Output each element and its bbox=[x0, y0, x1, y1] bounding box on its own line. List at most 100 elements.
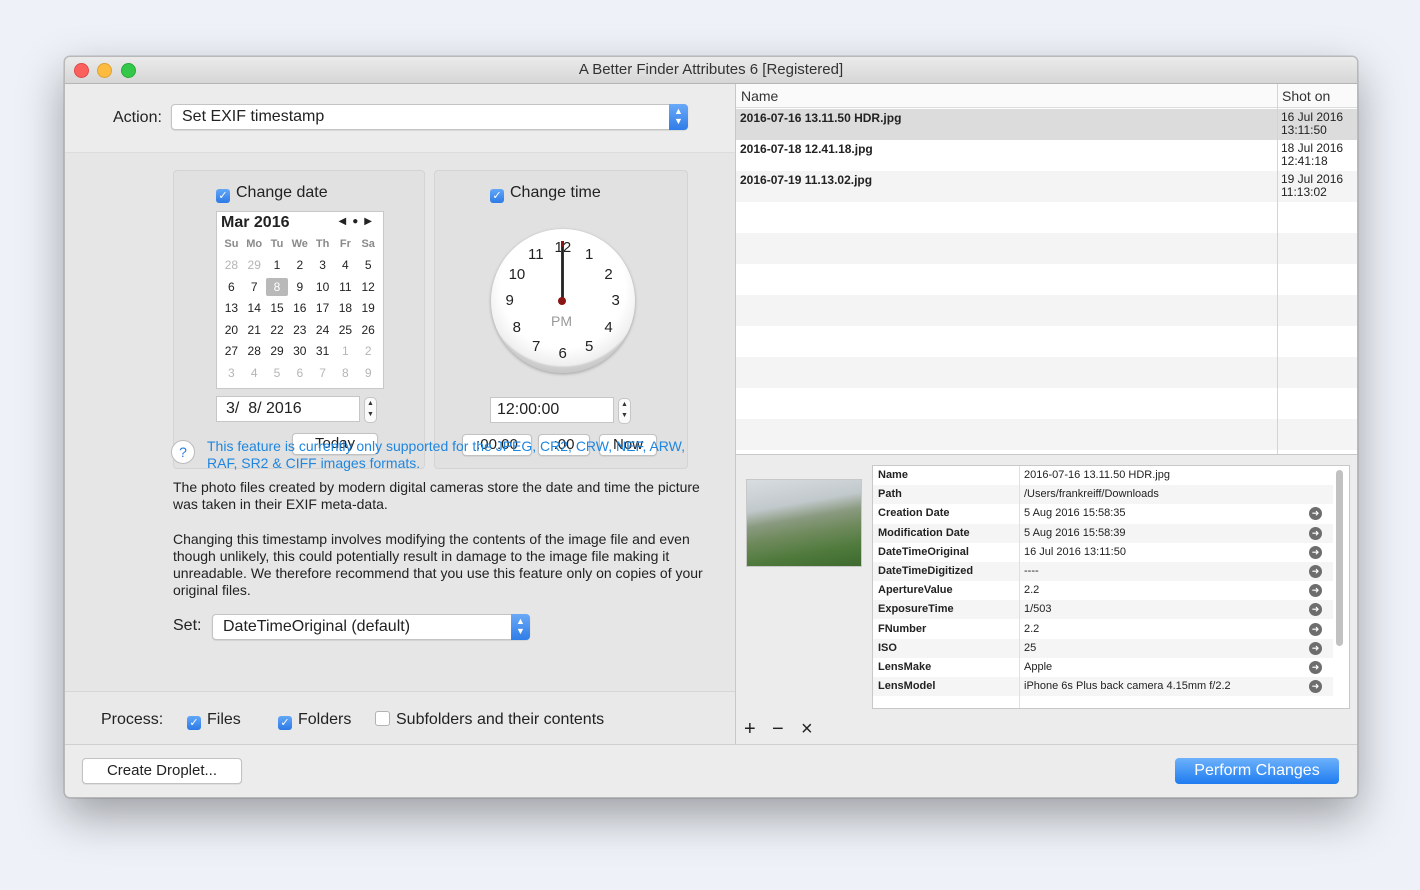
metadata-row[interactable]: LensModel iPhone 6s Plus back camera 4.15… bbox=[873, 677, 1333, 697]
metadata-row[interactable]: Path/Users/frankreiff/Downloads bbox=[873, 485, 1333, 505]
current-month-icon[interactable]: ● bbox=[352, 216, 364, 227]
time-stepper[interactable]: ▲ ▼ bbox=[618, 398, 631, 424]
calendar-day[interactable]: 25 bbox=[334, 321, 357, 340]
calendar-day[interactable]: 12 bbox=[357, 278, 380, 297]
change-time-checkbox[interactable]: ✓ Change time bbox=[490, 184, 601, 203]
perform-changes-button[interactable]: Perform Changes bbox=[1175, 758, 1339, 784]
arrow-right-icon[interactable]: ➜ bbox=[1309, 603, 1322, 617]
date-field[interactable]: 3/ 8/ 2016 bbox=[216, 396, 360, 422]
arrow-right-icon[interactable]: ➜ bbox=[1309, 661, 1322, 674]
calendar-day[interactable]: 2 bbox=[288, 256, 311, 275]
calendar-day[interactable]: 2 bbox=[357, 342, 380, 361]
remove-file-button[interactable]: − bbox=[772, 718, 784, 741]
table-row[interactable]: 2016-07-16 13.11.50 HDR.jpg 16 Jul 2016 13… bbox=[736, 109, 1357, 140]
time-field[interactable]: 12:00:00 bbox=[490, 397, 614, 423]
calendar-day[interactable]: 3 bbox=[220, 364, 243, 383]
help-button[interactable]: ? bbox=[171, 440, 195, 464]
arrow-right-icon[interactable]: ➜ bbox=[1309, 507, 1322, 521]
metadata-row[interactable]: ApertureValue 2.2 ➜ bbox=[873, 581, 1333, 600]
calendar-day[interactable]: 6 bbox=[288, 364, 311, 383]
calendar-day[interactable]: 10 bbox=[311, 278, 334, 297]
clock-number: 11 bbox=[528, 246, 544, 264]
action-popup[interactable]: Set EXIF timestamp ▲ ▼ bbox=[171, 104, 688, 130]
metadata-row[interactable]: Creation Date 5 Aug 2016 15:58:35 ➜ bbox=[873, 504, 1333, 523]
calendar-day[interactable]: 28 bbox=[243, 342, 266, 361]
clock-face[interactable]: 111098765432112 PM bbox=[491, 229, 635, 373]
next-month-icon[interactable]: ▶ bbox=[364, 216, 378, 227]
calendar-day[interactable]: 7 bbox=[311, 364, 334, 383]
calendar-day[interactable]: 15 bbox=[266, 299, 289, 318]
create-droplet-button[interactable]: Create Droplet... bbox=[82, 758, 242, 784]
calendar-day[interactable]: 24 bbox=[311, 321, 334, 340]
calendar-day[interactable]: 14 bbox=[243, 299, 266, 318]
calendar-day[interactable]: 5 bbox=[266, 364, 289, 383]
folders-checkbox[interactable]: ✓ Folders bbox=[278, 711, 351, 730]
metadata-row[interactable]: FNumber 2.2 ➜ bbox=[873, 620, 1333, 639]
calendar-day[interactable]: 28 bbox=[220, 256, 243, 275]
minimize-window-button[interactable] bbox=[97, 63, 112, 78]
calendar-day[interactable]: 3 bbox=[311, 256, 334, 275]
calendar-day[interactable]: 23 bbox=[288, 321, 311, 340]
set-popup[interactable]: DateTimeOriginal (default) ▲ ▼ bbox=[212, 614, 530, 640]
calendar-day[interactable]: 8 bbox=[334, 364, 357, 383]
calendar-day[interactable]: 11 bbox=[334, 278, 357, 297]
calendar-day[interactable]: 9 bbox=[288, 278, 311, 297]
calendar-day[interactable]: 21 bbox=[243, 321, 266, 340]
metadata-table[interactable]: Name 2016-07-16 13.11.50 HDR.jpg Path/User… bbox=[872, 465, 1350, 709]
zoom-window-button[interactable] bbox=[121, 63, 136, 78]
calendar-day[interactable]: 9 bbox=[357, 364, 380, 383]
metadata-row[interactable]: DateTimeOriginal 16 Jul 2016 13:11:50 ➜ bbox=[873, 543, 1333, 562]
arrow-right-icon[interactable]: ➜ bbox=[1309, 526, 1322, 540]
calendar-day[interactable]: 17 bbox=[311, 299, 334, 318]
column-header-shot-on[interactable]: Shot on bbox=[1278, 84, 1357, 108]
arrow-right-icon[interactable]: ➜ bbox=[1309, 680, 1322, 694]
column-header-name[interactable]: Name bbox=[736, 84, 1277, 108]
close-window-button[interactable] bbox=[74, 63, 89, 78]
calendar-day[interactable]: 20 bbox=[220, 321, 243, 340]
table-row[interactable]: 2016-07-19 11.13.02.jpg 19 Jul 2016 11:13:… bbox=[736, 171, 1357, 202]
metadata-row[interactable]: Modification Date 5 Aug 2016 15:58:39 ➜ bbox=[873, 523, 1333, 543]
metadata-row[interactable]: ExposureTime 1/503 ➜ bbox=[873, 600, 1333, 620]
files-table[interactable]: Name Shot on 2016-07-16 13.11.50 HDR.jpg… bbox=[736, 84, 1357, 455]
calendar-day[interactable]: 22 bbox=[266, 321, 289, 340]
arrow-right-icon[interactable]: ➜ bbox=[1309, 622, 1322, 636]
calendar-day[interactable]: 6 bbox=[220, 278, 243, 297]
calendar-days[interactable]: 28 29 1 2 3 4 5 6 7 8 9 10 11 12 13 14 15 16 17 18 19 20 21 22 2… bbox=[220, 256, 380, 382]
subfolders-checkbox[interactable]: Subfolders and their contents bbox=[375, 711, 604, 729]
calendar-day[interactable]: 30 bbox=[288, 342, 311, 361]
calendar-nav[interactable]: ◀●▶ bbox=[339, 216, 378, 227]
calendar-day[interactable]: 4 bbox=[243, 364, 266, 383]
calendar-day[interactable]: 1 bbox=[266, 256, 289, 275]
arrow-right-icon[interactable]: ➜ bbox=[1309, 641, 1322, 655]
calendar-day[interactable]: 27 bbox=[220, 342, 243, 361]
arrow-right-icon[interactable]: ➜ bbox=[1309, 565, 1322, 578]
metadata-row[interactable]: LensMake Apple ➜ bbox=[873, 658, 1333, 677]
metadata-row[interactable]: DateTimeDigitized ---- ➜ bbox=[873, 562, 1333, 581]
change-date-checkbox[interactable]: ✓ Change date bbox=[216, 184, 328, 203]
calendar-day[interactable]: 18 bbox=[334, 299, 357, 318]
calendar-day[interactable]: 29 bbox=[243, 256, 266, 275]
calendar[interactable]: Mar 2016 ◀●▶ Su Mo Tu We Th Fr Sa 28 29 1 2 3 4 5 6 7 8… bbox=[216, 211, 384, 389]
add-file-button[interactable]: + bbox=[744, 718, 756, 741]
calendar-day-selected[interactable]: 8 bbox=[265, 277, 289, 296]
files-checkbox[interactable]: ✓ Files bbox=[187, 711, 241, 730]
calendar-day[interactable]: 16 bbox=[288, 299, 311, 318]
calendar-day[interactable]: 4 bbox=[334, 256, 357, 275]
clear-list-button[interactable]: × bbox=[801, 718, 813, 741]
calendar-day[interactable]: 1 bbox=[334, 342, 357, 361]
metadata-scrollbar[interactable] bbox=[1336, 470, 1343, 646]
metadata-row[interactable]: Name 2016-07-16 13.11.50 HDR.jpg bbox=[873, 466, 1333, 485]
calendar-day[interactable]: 13 bbox=[220, 299, 243, 318]
calendar-day[interactable]: 19 bbox=[357, 299, 380, 318]
metadata-row[interactable]: ISO 25 ➜ bbox=[873, 638, 1333, 658]
calendar-day[interactable]: 29 bbox=[266, 342, 289, 361]
calendar-day[interactable]: 26 bbox=[357, 321, 380, 340]
arrow-right-icon[interactable]: ➜ bbox=[1309, 584, 1322, 598]
date-stepper[interactable]: ▲ ▼ bbox=[364, 397, 377, 423]
calendar-day[interactable]: 31 bbox=[311, 342, 334, 361]
arrow-right-icon[interactable]: ➜ bbox=[1309, 545, 1322, 559]
prev-month-icon[interactable]: ◀ bbox=[339, 216, 353, 227]
table-row[interactable]: 2016-07-18 12.41.18.jpg 18 Jul 2016 12:41:… bbox=[736, 140, 1357, 171]
calendar-day[interactable]: 7 bbox=[243, 278, 266, 297]
calendar-day[interactable]: 5 bbox=[357, 256, 380, 275]
